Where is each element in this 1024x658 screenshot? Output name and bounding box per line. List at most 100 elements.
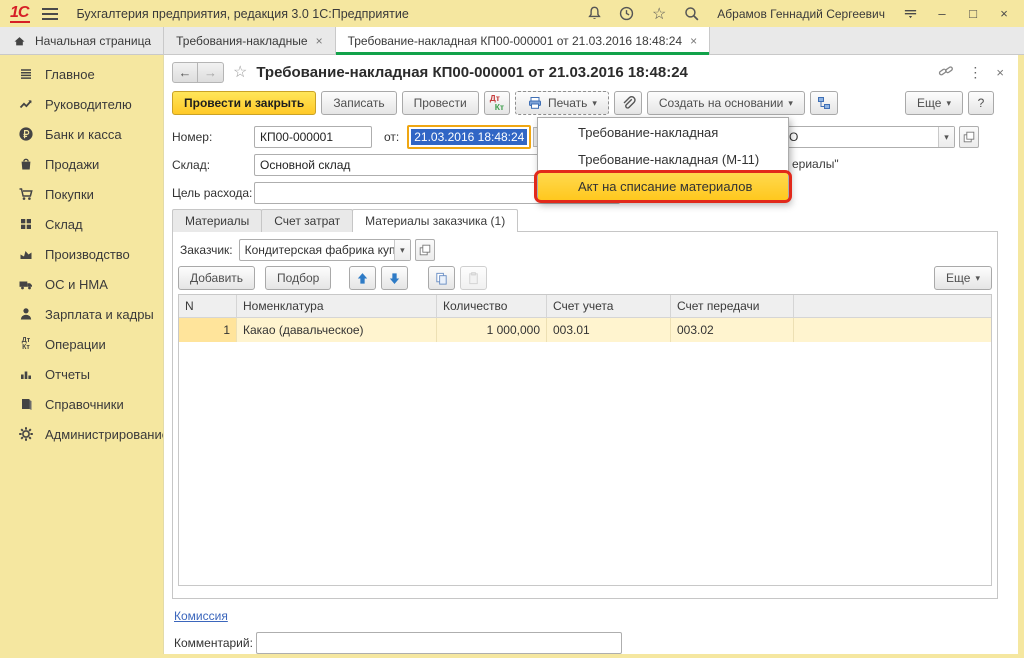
app-window: 1С Бухгалтерия предприятия, редакция 3.0… bbox=[0, 0, 1024, 658]
combo-arrow-icon[interactable]: ▾ bbox=[938, 127, 954, 147]
help-button[interactable]: ? bbox=[968, 91, 994, 115]
col-header-quantity[interactable]: Количество bbox=[437, 295, 547, 317]
book-icon bbox=[18, 396, 34, 412]
attachments-button[interactable] bbox=[614, 91, 642, 115]
date-input[interactable]: 21.03.2016 18:48:24 bbox=[407, 125, 531, 149]
cell-empty bbox=[794, 318, 991, 342]
commission-row: Комиссия bbox=[174, 609, 1008, 623]
materials-table: N Номенклатура Количество Счет учета Сче… bbox=[178, 294, 992, 586]
titlebar: 1С Бухгалтерия предприятия, редакция 3.0… bbox=[0, 0, 1024, 27]
sidebar-item-payroll-hr[interactable]: Зарплата и кадры bbox=[0, 299, 163, 329]
history-icon[interactable] bbox=[618, 5, 635, 22]
sidebar-item-operations[interactable]: ДтКт Операции bbox=[0, 329, 163, 359]
dtkt-icon: ДтКт bbox=[18, 337, 34, 351]
tab-customer-materials[interactable]: Материалы заказчика (1) bbox=[352, 209, 518, 232]
covered-text-fragment: ериалы" bbox=[792, 157, 839, 171]
tab-requisition-list[interactable]: Требования-накладные × bbox=[164, 27, 335, 55]
comment-row: Комментарий: bbox=[174, 632, 1008, 654]
table-row[interactable]: 1 Какао (давальческое) 1 000,000 003.01 … bbox=[179, 318, 991, 342]
create-based-on-button[interactable]: Создать на основании ▾ bbox=[647, 91, 805, 115]
service-settings-icon[interactable] bbox=[902, 6, 919, 21]
write-button[interactable]: Записать bbox=[321, 91, 396, 115]
sidebar-item-production[interactable]: Производство bbox=[0, 239, 163, 269]
dtkt-button[interactable]: ДтКт bbox=[484, 91, 510, 115]
sidebar-item-fixed-assets[interactable]: ОС и НМА bbox=[0, 269, 163, 299]
col-header-account[interactable]: Счет учета bbox=[547, 295, 671, 317]
pick-button[interactable]: Подбор bbox=[265, 266, 331, 290]
close-document-icon[interactable]: × bbox=[996, 65, 1004, 80]
move-down-button[interactable] bbox=[381, 266, 408, 290]
sidebar-item-sales[interactable]: Продажи bbox=[0, 149, 163, 179]
comment-input[interactable] bbox=[256, 632, 622, 654]
current-user[interactable]: Абрамов Геннадий Сергеевич bbox=[717, 7, 885, 21]
col-header-nomenclature[interactable]: Номенклатура bbox=[237, 295, 437, 317]
maximize-button[interactable]: □ bbox=[965, 6, 981, 21]
purpose-label: Цель расхода: bbox=[172, 186, 254, 200]
notifications-bell-icon[interactable] bbox=[586, 5, 603, 22]
barchart-icon bbox=[18, 366, 34, 382]
close-window-button[interactable]: × bbox=[996, 6, 1012, 21]
home-icon bbox=[12, 34, 27, 48]
paste-button[interactable] bbox=[460, 266, 487, 290]
sidebar-item-bank-cash[interactable]: Банк и касса bbox=[0, 119, 163, 149]
menu-item-writeoff-act[interactable]: Акт на списание материалов bbox=[538, 173, 788, 200]
truck-icon bbox=[18, 276, 34, 292]
post-button[interactable]: Провести bbox=[402, 91, 479, 115]
sidebar-item-manager[interactable]: Руководителю bbox=[0, 89, 163, 119]
dropdown-arrow-icon: ▾ bbox=[592, 98, 597, 109]
open-icon bbox=[418, 243, 432, 257]
number-input[interactable]: КП00-000001 bbox=[254, 126, 372, 148]
person-icon bbox=[18, 306, 34, 322]
table-more-button[interactable]: Еще ▾ bbox=[934, 266, 992, 290]
sidebar-item-warehouse[interactable]: Склад bbox=[0, 209, 163, 239]
sidebar-item-purchases[interactable]: Покупки bbox=[0, 179, 163, 209]
close-tab-icon[interactable]: × bbox=[316, 34, 323, 48]
app-title: Бухгалтерия предприятия, редакция 3.0 1С… bbox=[76, 7, 408, 21]
tab-home[interactable]: Начальная страница bbox=[0, 27, 164, 55]
structure-icon bbox=[816, 95, 832, 111]
document-title: Требование-накладная КП00-000001 от 21.0… bbox=[256, 64, 688, 81]
sidebar-item-reports[interactable]: Отчеты bbox=[0, 359, 163, 389]
cell-quantity[interactable]: 1 000,000 bbox=[437, 318, 547, 342]
forward-button[interactable]: → bbox=[198, 62, 224, 83]
minimize-button[interactable]: – bbox=[934, 6, 950, 21]
dropdown-arrow-icon: ▾ bbox=[975, 273, 980, 284]
post-and-close-button[interactable]: Провести и закрыть bbox=[172, 91, 316, 115]
favorites-star-icon[interactable]: ☆ bbox=[652, 4, 666, 24]
open-button[interactable] bbox=[415, 239, 435, 261]
sidebar-item-directories[interactable]: Справочники bbox=[0, 389, 163, 419]
menu-item-requisition[interactable]: Требование-накладная bbox=[538, 119, 788, 146]
main-menu-icon[interactable] bbox=[42, 8, 58, 20]
favorite-star-icon[interactable]: ☆ bbox=[233, 62, 247, 82]
commission-link[interactable]: Комиссия bbox=[174, 609, 228, 623]
sidebar-item-administration[interactable]: Администрирование bbox=[0, 419, 163, 449]
paperclip-icon bbox=[620, 95, 636, 111]
more-actions-icon[interactable]: ⋮ bbox=[968, 64, 982, 81]
cell-nomenclature[interactable]: Какао (давальческое) bbox=[237, 318, 437, 342]
cell-transfer-account[interactable]: 003.02 bbox=[671, 318, 794, 342]
copy-button[interactable] bbox=[428, 266, 455, 290]
menu-item-requisition-m11[interactable]: Требование-накладная (М-11) bbox=[538, 146, 788, 173]
arrow-down-icon bbox=[387, 271, 402, 286]
customer-combo[interactable]: Кондитерская фабрика куп ▾ bbox=[239, 239, 411, 261]
add-row-button[interactable]: Добавить bbox=[178, 266, 255, 290]
col-header-n[interactable]: N bbox=[179, 295, 237, 317]
more-button[interactable]: Еще ▾ bbox=[905, 91, 963, 115]
print-button[interactable]: Печать ▾ bbox=[515, 91, 609, 115]
tab-materials[interactable]: Материалы bbox=[172, 209, 262, 232]
number-label: Номер: bbox=[172, 130, 254, 144]
open-button[interactable] bbox=[959, 126, 979, 148]
get-link-icon[interactable] bbox=[938, 63, 954, 82]
cell-row-number[interactable]: 1 bbox=[179, 318, 237, 342]
report-structure-button[interactable] bbox=[810, 91, 838, 115]
combo-arrow-icon[interactable]: ▾ bbox=[394, 240, 409, 260]
close-tab-icon[interactable]: × bbox=[690, 34, 697, 48]
col-header-transfer-account[interactable]: Счет передачи bbox=[671, 295, 794, 317]
tab-cost-account[interactable]: Счет затрат bbox=[261, 209, 353, 232]
move-up-button[interactable] bbox=[349, 266, 376, 290]
cell-account[interactable]: 003.01 bbox=[547, 318, 671, 342]
search-icon[interactable] bbox=[683, 5, 700, 22]
tab-requisition-document[interactable]: Требование-накладная КП00-000001 от 21.0… bbox=[336, 27, 711, 55]
sidebar-item-main[interactable]: Главное bbox=[0, 59, 163, 89]
back-button[interactable]: ← bbox=[172, 62, 198, 83]
